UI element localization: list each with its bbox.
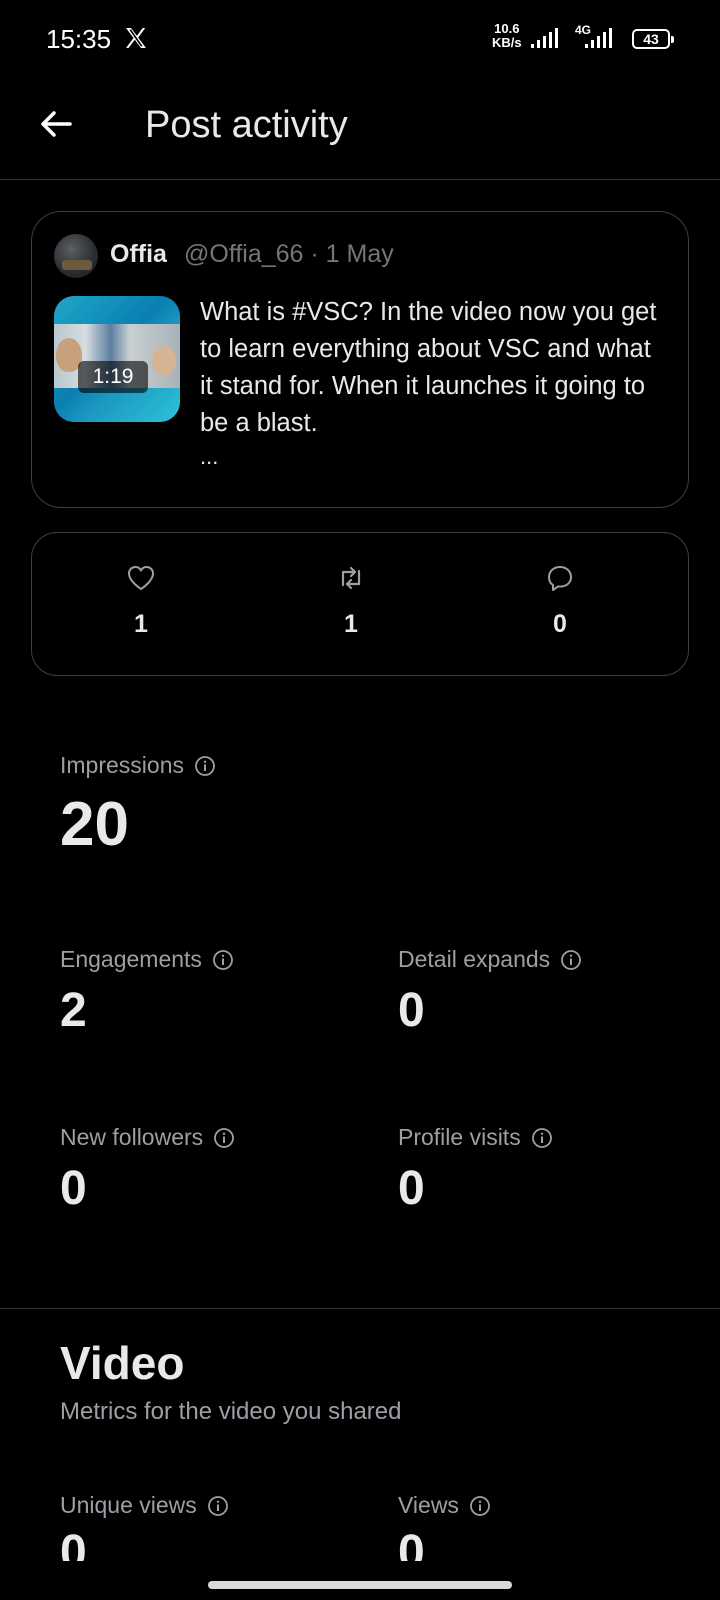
engagements-value: 2: [60, 984, 87, 1037]
post-text: What is #VSC? In the video now you get t…: [200, 298, 657, 437]
impressions-label: Impressions: [60, 752, 184, 778]
post-author: Offia: [110, 240, 167, 268]
info-icon[interactable]: [207, 1495, 229, 1517]
detail-expands-label: Detail expands: [398, 946, 551, 972]
thumbnail-person-2: [152, 346, 176, 376]
views-metric: Views 0: [398, 1492, 491, 1561]
info-icon[interactable]: [560, 949, 582, 971]
info-icon[interactable]: [531, 1127, 553, 1149]
battery-level: 43: [643, 31, 659, 47]
network-speed: 10.6 KB/s: [492, 21, 522, 50]
unique-views-metric: Unique views 0: [60, 1492, 229, 1561]
likes-stat: 1: [101, 563, 181, 639]
signal-strength-icon-2: [585, 28, 612, 48]
section-divider: [0, 1308, 720, 1309]
battery-icon: 43: [632, 29, 674, 49]
new-followers-label: New followers: [60, 1124, 204, 1150]
home-indicator[interactable]: [208, 1581, 512, 1589]
info-icon[interactable]: [212, 949, 234, 971]
status-bar: 15:35 10.6 KB/s 4G 43: [0, 0, 720, 80]
repost-icon: [341, 566, 361, 590]
new-followers-value: 0: [60, 1162, 87, 1215]
avatar[interactable]: [54, 234, 98, 278]
heart-icon: [128, 566, 154, 590]
detail-expands-metric: Detail expands 0: [398, 946, 582, 1038]
detail-expands-value: 0: [398, 984, 425, 1037]
page-title: Post activity: [145, 104, 348, 146]
post-card[interactable]: Offia @Offia_66 · 1 May 1:19 What is #VS…: [31, 211, 689, 508]
likes-count: 1: [134, 610, 148, 638]
signal-strength-icon: [531, 28, 558, 48]
post-handle-date: @Offia_66 · 1 May: [184, 240, 394, 268]
profile-visits-value: 0: [398, 1162, 425, 1215]
new-followers-metric: New followers 0: [60, 1124, 235, 1216]
header: Post activity: [0, 80, 720, 180]
engagements-metric: Engagements 2: [60, 946, 234, 1038]
views-label: Views: [398, 1492, 459, 1518]
back-arrow-icon[interactable]: [38, 106, 74, 142]
views-value: 0: [398, 1526, 425, 1561]
impressions-metric: Impressions 20: [60, 752, 216, 860]
info-icon[interactable]: [213, 1127, 235, 1149]
replies-count: 0: [553, 610, 567, 638]
status-time: 15:35: [46, 24, 112, 54]
reposts-stat: 1: [311, 563, 391, 639]
profile-visits-metric: Profile visits 0: [398, 1124, 553, 1216]
unique-views-value: 0: [60, 1526, 87, 1561]
profile-visits-label: Profile visits: [398, 1124, 521, 1150]
engagement-stats-card: 1 1 0: [31, 532, 689, 676]
info-icon[interactable]: [194, 755, 216, 777]
post-ellipsis: ...: [200, 444, 219, 469]
reposts-count: 1: [344, 610, 358, 638]
video-duration: 1:19: [78, 361, 148, 393]
unique-views-label: Unique views: [60, 1492, 197, 1518]
reply-bubble-icon: [548, 566, 572, 591]
replies-stat: 0: [520, 563, 600, 639]
video-section-subtitle: Metrics for the video you shared: [60, 1398, 402, 1425]
info-icon[interactable]: [469, 1495, 491, 1517]
video-section-title: Video: [60, 1337, 185, 1389]
impressions-value: 20: [60, 790, 129, 859]
x-logo-icon: [126, 28, 146, 48]
engagements-label: Engagements: [60, 946, 202, 972]
video-thumbnail[interactable]: 1:19: [54, 296, 180, 422]
